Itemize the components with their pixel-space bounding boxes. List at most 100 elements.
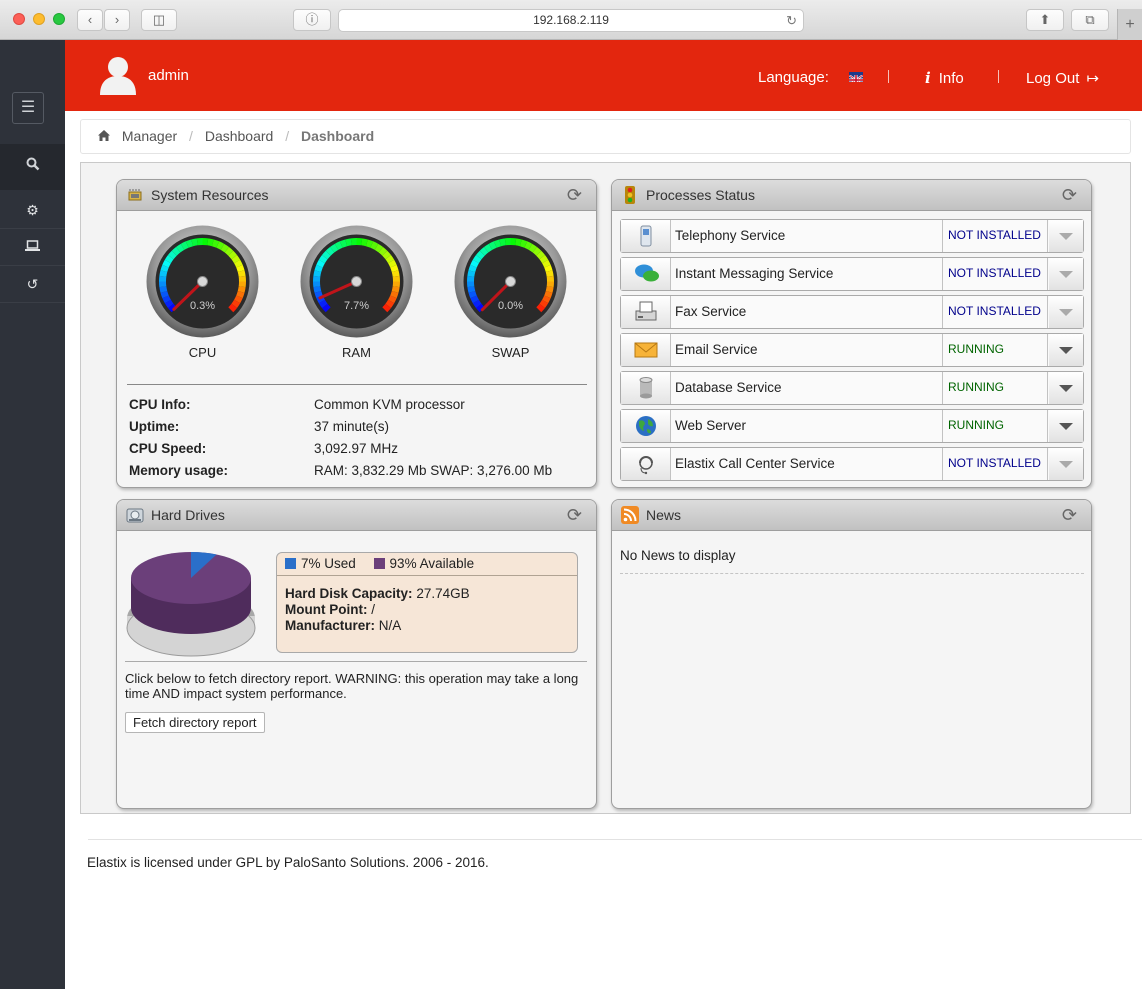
breadcrumb-separator: / <box>189 128 193 144</box>
news-empty-message: No News to display <box>620 548 736 563</box>
panel-header[interactable]: Hard Drives ⟳ <box>117 500 596 531</box>
minimize-window-button[interactable] <box>33 13 45 25</box>
panel-title: Processes Status <box>646 187 755 203</box>
refresh-icon[interactable]: ⟳ <box>1062 185 1077 205</box>
settings-gear-icon[interactable]: ⚙ <box>0 192 65 229</box>
chat-bubble-icon <box>621 258 671 290</box>
process-status: NOT INSTALLED <box>942 220 1048 252</box>
info-row: CPU Speed: 3,092.97 MHz <box>129 438 589 460</box>
info-value: 3,092.97 MHz <box>314 441 399 456</box>
system-resources-panel: System Resources ⟳ 0.3% CPU 7.7% RAM 0.0… <box>116 179 597 488</box>
refresh-icon[interactable]: ⟳ <box>567 185 582 205</box>
cpu-gauge: 0.3% CPU <box>146 225 259 360</box>
chevron-down-icon <box>1059 233 1073 240</box>
process-name: Email Service <box>675 342 758 357</box>
panel-header[interactable]: Processes Status ⟳ <box>612 180 1091 211</box>
mount-key: Mount Point: <box>285 602 368 617</box>
tabs-overview-button[interactable]: ⧉ <box>1071 9 1109 31</box>
system-info-table: CPU Info: Common KVM processor Uptime: 37 … <box>129 394 589 482</box>
breadcrumb-dashboard[interactable]: Dashboard <box>205 128 274 144</box>
back-button[interactable]: ‹ <box>77 9 103 31</box>
logout-icon: ↦ <box>1086 70 1100 87</box>
address-bar[interactable]: 192.168.2.119 ↻ <box>338 9 804 32</box>
process-name: Web Server <box>675 418 747 433</box>
new-tab-button[interactable]: + <box>1117 9 1142 40</box>
laptop-icon[interactable] <box>0 229 65 266</box>
header-divider <box>888 70 889 83</box>
panel-header[interactable]: System Resources ⟳ <box>117 180 596 211</box>
fetch-directory-report-button[interactable]: Fetch directory report <box>125 712 265 733</box>
chevron-down-icon <box>1059 461 1073 468</box>
footer-divider <box>88 839 1142 840</box>
hard-drives-panel: Hard Drives ⟳ 7% Used 93% Available Hard… <box>116 499 597 809</box>
info-row: Uptime: 37 minute(s) <box>129 416 589 438</box>
process-action-dropdown[interactable] <box>1049 448 1083 480</box>
info-value: RAM: 3,832.29 Mb SWAP: 3,276.00 Mb <box>314 463 553 478</box>
divider <box>125 661 587 662</box>
info-key: CPU Info: <box>129 397 191 412</box>
zoom-window-button[interactable] <box>53 13 65 25</box>
available-swatch <box>373 558 385 569</box>
process-row: Elastix Call Center Service NOT INSTALLED <box>620 447 1084 481</box>
forward-button[interactable]: › <box>104 9 130 31</box>
process-status: RUNNING <box>942 334 1048 366</box>
database-icon <box>621 372 671 404</box>
menu-toggle-icon[interactable]: ☰ <box>12 92 44 124</box>
logout-link[interactable]: Log Out ↦ <box>1026 69 1099 87</box>
manufacturer-value: N/A <box>378 618 402 633</box>
username[interactable]: admin <box>148 67 189 84</box>
process-action-dropdown[interactable] <box>1049 410 1083 442</box>
process-name: Elastix Call Center Service <box>675 456 835 471</box>
user-avatar-icon <box>100 57 136 95</box>
privacy-report-button[interactable]: ⓘ <box>293 9 331 31</box>
hard-drive-icon <box>126 508 144 523</box>
gauge-value: 0.0% <box>498 300 523 312</box>
process-row: Web Server RUNNING <box>620 409 1084 443</box>
cpu-chip-icon <box>128 189 142 201</box>
refresh-icon[interactable]: ⟳ <box>567 505 582 525</box>
info-key: Uptime: <box>129 419 180 434</box>
process-action-dropdown[interactable] <box>1049 372 1083 404</box>
info-key: CPU Speed: <box>129 441 207 456</box>
logout-label: Log Out <box>1026 70 1080 87</box>
disk-info-box: 7% Used 93% Available Hard Disk Capacity… <box>276 552 578 653</box>
sidebar-toggle-button[interactable]: ◫ <box>141 9 177 31</box>
disk-usage-pie-chart <box>126 552 256 657</box>
used-swatch <box>285 558 296 569</box>
info-link[interactable]: i Info <box>925 69 964 87</box>
top-header: admin Language: i Info Log Out ↦ <box>65 40 1142 111</box>
gauge-label: CPU <box>188 345 217 360</box>
process-action-dropdown[interactable] <box>1049 334 1083 366</box>
rss-feed-icon <box>621 506 639 524</box>
directory-report-warning: Click below to fetch directory report. W… <box>125 671 579 701</box>
breadcrumb-manager[interactable]: Manager <box>122 128 177 144</box>
available-legend-label: 93% Available <box>389 556 475 571</box>
panel-header[interactable]: News ⟳ <box>612 500 1091 531</box>
used-legend-label: 7% Used <box>301 556 356 571</box>
processes-status-panel: Processes Status ⟳ Telephony Service NOT … <box>611 179 1092 488</box>
sidebar: ☰ ⚙ ↺ <box>0 40 65 989</box>
history-icon[interactable]: ↺ <box>0 266 65 303</box>
info-row: CPU Info: Common KVM processor <box>129 394 589 416</box>
process-row: Fax Service NOT INSTALLED <box>620 295 1084 329</box>
process-action-dropdown[interactable] <box>1049 220 1083 252</box>
mount-value: / <box>371 602 376 617</box>
home-icon[interactable] <box>98 128 114 144</box>
refresh-icon[interactable]: ⟳ <box>1062 505 1077 525</box>
process-status: NOT INSTALLED <box>942 258 1048 290</box>
process-action-dropdown[interactable] <box>1049 258 1083 290</box>
reload-icon[interactable]: ↻ <box>786 10 797 31</box>
header-divider <box>998 70 999 83</box>
info-key: Memory usage: <box>129 463 229 478</box>
close-window-button[interactable] <box>13 13 25 25</box>
search-icon[interactable] <box>0 144 65 190</box>
breadcrumb-current: Dashboard <box>301 128 375 144</box>
info-value: 37 minute(s) <box>314 419 390 434</box>
process-action-dropdown[interactable] <box>1049 296 1083 328</box>
capacity-key: Hard Disk Capacity: <box>285 586 413 601</box>
share-button[interactable]: ⬆ <box>1026 9 1064 31</box>
uk-flag-icon[interactable] <box>849 72 863 82</box>
chevron-down-icon <box>1059 347 1073 354</box>
capacity-row: Hard Disk Capacity: 27.74GB <box>277 586 577 602</box>
footer-text: Elastix is licensed under GPL by PaloSan… <box>87 855 489 870</box>
